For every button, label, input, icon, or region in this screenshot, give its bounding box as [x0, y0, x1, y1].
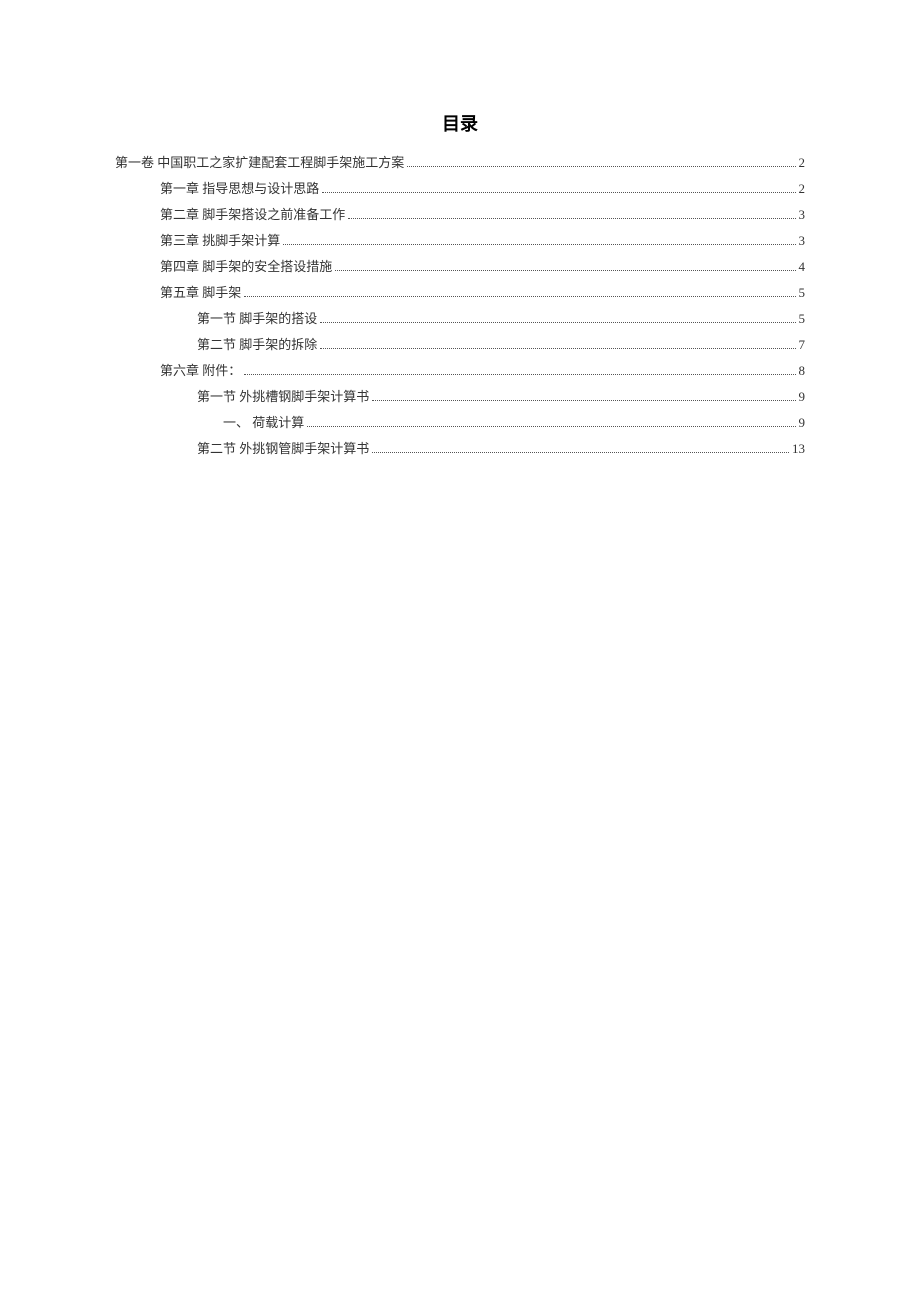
toc-entry-page: 3	[799, 228, 806, 254]
toc-entry-text: 第一章 指导思想与设计思路	[160, 176, 319, 202]
toc-entry-page: 3	[799, 202, 806, 228]
toc-dot-leader	[372, 400, 795, 401]
toc-entry[interactable]: 第三章 挑脚手架计算 3	[115, 228, 805, 254]
toc-dot-leader	[320, 348, 795, 349]
toc-entry-page: 5	[799, 280, 806, 306]
toc-entry[interactable]: 第五章 脚手架 5	[115, 280, 805, 306]
toc-entry-text: 第四章 脚手架的安全搭设措施	[160, 254, 332, 280]
toc-entry-text: 第二节 脚手架的拆除	[197, 332, 317, 358]
toc-dot-leader	[372, 452, 789, 453]
toc-entry-text: 第五章 脚手架	[160, 280, 241, 306]
toc-entry[interactable]: 第二章 脚手架搭设之前准备工作 3	[115, 202, 805, 228]
toc-entry-text: 第二章 脚手架搭设之前准备工作	[160, 202, 345, 228]
toc-entry[interactable]: 第四章 脚手架的安全搭设措施 4	[115, 254, 805, 280]
toc-entry-text: 第三章 挑脚手架计算	[160, 228, 280, 254]
toc-entry-page: 2	[799, 150, 806, 176]
toc-entry-page: 7	[799, 332, 806, 358]
toc-entry-text: 第一节 脚手架的搭设	[197, 306, 317, 332]
toc-entry[interactable]: 第一节 外挑槽钢脚手架计算书 9	[115, 384, 805, 410]
toc-entry-text: 一、 荷载计算	[223, 410, 304, 436]
toc-entry[interactable]: 第二节 脚手架的拆除 7	[115, 332, 805, 358]
toc-entry-text: 第一节 外挑槽钢脚手架计算书	[197, 384, 369, 410]
toc-dot-leader	[244, 296, 795, 297]
toc-dot-leader	[320, 322, 795, 323]
toc-entry[interactable]: 第六章 附件： 8	[115, 358, 805, 384]
toc-container: 第一卷 中国职工之家扩建配套工程脚手架施工方案2第一章 指导思想与设计思路 2第…	[115, 150, 805, 462]
toc-dot-leader	[307, 426, 795, 427]
toc-entry-page: 9	[799, 410, 806, 436]
toc-entry[interactable]: 第二节 外挑钢管脚手架计算书 13	[115, 436, 805, 462]
toc-entry-page: 13	[792, 436, 805, 462]
toc-entry-page: 8	[799, 358, 806, 384]
toc-entry[interactable]: 第一节 脚手架的搭设 5	[115, 306, 805, 332]
toc-entry-text: 第六章 附件：	[160, 358, 241, 384]
toc-entry-page: 4	[799, 254, 806, 280]
toc-title: 目录	[115, 110, 805, 136]
toc-entry-page: 5	[799, 306, 806, 332]
toc-entry[interactable]: 一、 荷载计算 9	[115, 410, 805, 436]
toc-dot-leader	[322, 192, 795, 193]
toc-dot-leader	[348, 218, 795, 219]
toc-entry-page: 2	[799, 176, 806, 202]
toc-dot-leader	[407, 166, 795, 167]
toc-dot-leader	[283, 244, 795, 245]
toc-entry[interactable]: 第一卷 中国职工之家扩建配套工程脚手架施工方案 2	[115, 150, 805, 176]
toc-entry-text: 第二节 外挑钢管脚手架计算书	[197, 436, 369, 462]
toc-entry-text: 第一卷 中国职工之家扩建配套工程脚手架施工方案	[115, 150, 404, 176]
toc-entry[interactable]: 第一章 指导思想与设计思路 2	[115, 176, 805, 202]
toc-entry-page: 9	[799, 384, 806, 410]
toc-dot-leader	[244, 374, 795, 375]
toc-dot-leader	[335, 270, 795, 271]
